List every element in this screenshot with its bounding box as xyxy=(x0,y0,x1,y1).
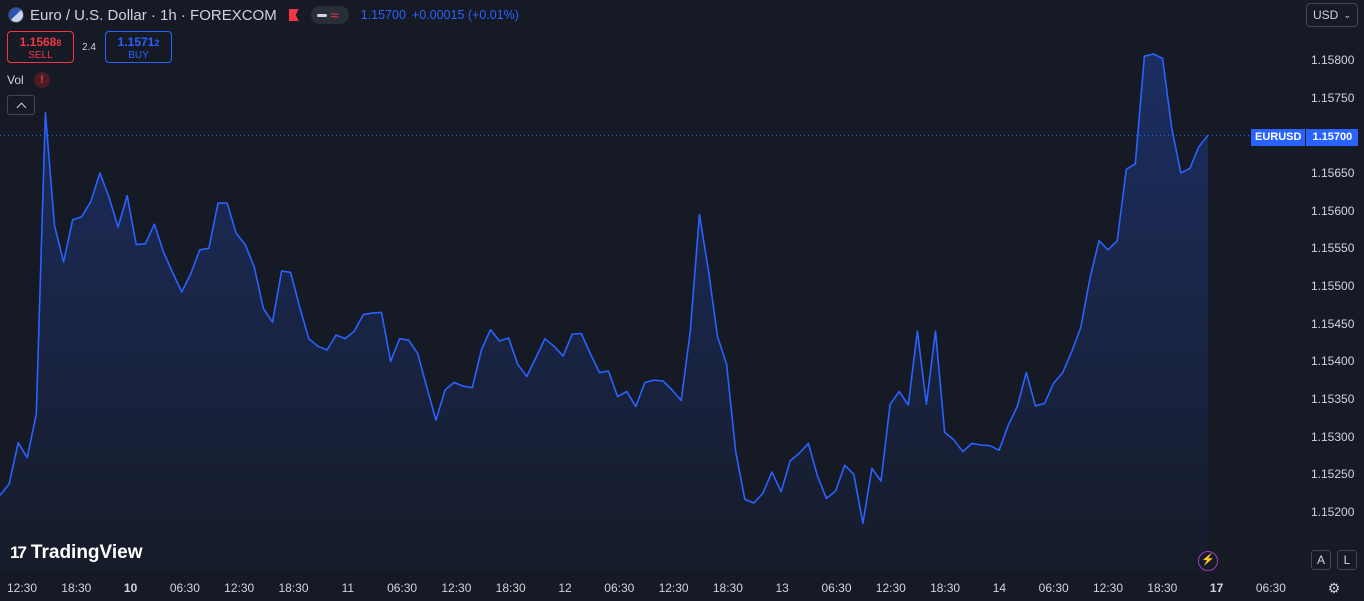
time-scale-label: 18:30 xyxy=(61,581,92,595)
currency-select[interactable]: USD ⌄ xyxy=(1306,3,1358,27)
price-tag-symbol: EURUSD xyxy=(1251,129,1307,146)
tradingview-logo[interactable]: 17 TradingView xyxy=(10,542,143,564)
spread-value: 2.4 xyxy=(82,42,96,53)
time-scale-label: 12:30 xyxy=(224,581,255,595)
collapse-legend-button[interactable] xyxy=(7,95,35,115)
time-scale-label: 10 xyxy=(123,581,138,595)
price-scale-label: 1.15650 xyxy=(1311,166,1355,180)
time-scale-label: 18:30 xyxy=(712,581,743,595)
indicator-toggle[interactable]: ≈ xyxy=(310,6,349,24)
price-chart[interactable] xyxy=(0,0,1364,601)
time-scale-label: 06:30 xyxy=(387,581,418,595)
last-price-value: 1.15700 xyxy=(360,8,406,22)
price-scale-label: 1.15300 xyxy=(1311,429,1355,444)
time-scale-label: 14 xyxy=(992,581,1007,595)
time-scale-label: 12:30 xyxy=(441,581,472,595)
chart-header: Euro / U.S. Dollar · 1h · FOREXCOM ≈ 1.1… xyxy=(0,0,1300,30)
auto-scale-button[interactable]: A xyxy=(1311,550,1331,570)
price-scale-label: 1.15200 xyxy=(1311,505,1355,519)
minus-icon xyxy=(316,13,327,17)
currency-label: USD xyxy=(1313,8,1339,22)
time-scale-label: 12 xyxy=(558,581,572,595)
price-scale-label: 1.15500 xyxy=(1311,279,1355,293)
price-scale-label: 1.15550 xyxy=(1311,241,1355,256)
buy-button[interactable]: 1.15712 BUY xyxy=(105,31,172,63)
time-scale-label: 06:30 xyxy=(169,581,200,595)
warning-icon[interactable]: ! xyxy=(34,72,50,88)
settings-icon[interactable]: ⚙ xyxy=(1326,580,1342,596)
buy-price: 1.15712 xyxy=(106,35,171,49)
time-scale-label: 13 xyxy=(775,581,789,595)
price-scale-label: 1.15450 xyxy=(1311,316,1355,331)
volume-indicator-label[interactable]: Vol xyxy=(7,73,24,87)
price-scale-label: 1.15400 xyxy=(1311,354,1355,369)
tradingview-mark-icon: 17 xyxy=(10,543,27,562)
buy-price-main: 1.1571 xyxy=(117,35,155,49)
logo-text: TradingView xyxy=(30,542,143,563)
time-scale-label: 12:30 xyxy=(6,581,38,595)
price-scale-label: 1.15250 xyxy=(1311,467,1355,482)
time-scale-label: 06:30 xyxy=(604,581,635,595)
currency-flag-icon xyxy=(8,7,24,23)
price-area-fill xyxy=(0,54,1208,572)
time-scale-label: 18:30 xyxy=(1147,581,1178,595)
time-scale-label: 12:30 xyxy=(658,581,689,595)
sell-price-pip: 8 xyxy=(56,38,62,48)
time-scale-label: 18:30 xyxy=(495,581,526,595)
sell-button[interactable]: 1.15688 SELL xyxy=(7,31,74,63)
price-change-value: +0.00015 (+0.01%) xyxy=(411,8,519,22)
symbol-price-tag: EURUSD 1.15700 xyxy=(1251,129,1359,146)
flag-marker-icon[interactable] xyxy=(288,9,299,21)
buy-label: BUY xyxy=(128,50,149,61)
price-scale-label: 1.15350 xyxy=(1311,392,1355,406)
time-scale-label: 17 xyxy=(1209,581,1224,595)
approx-icon: ≈ xyxy=(330,7,339,23)
time-scale-label: 12:30 xyxy=(875,581,906,595)
time-scale-label: 12:30 xyxy=(1092,581,1124,595)
time-scale-label: 06:30 xyxy=(1038,581,1069,595)
log-scale-button[interactable]: L xyxy=(1337,550,1357,570)
chevron-down-icon: ⌄ xyxy=(1343,9,1351,20)
sell-label: SELL xyxy=(28,50,53,61)
buy-price-pip: 2 xyxy=(154,38,160,48)
price-tag-value: 1.15700 xyxy=(1312,131,1353,143)
bolt-icon[interactable]: ⚡ xyxy=(1198,551,1218,571)
sell-price: 1.15688 xyxy=(8,35,73,49)
sell-price-main: 1.1568 xyxy=(19,35,57,49)
time-scale-label: 06:30 xyxy=(1255,581,1286,595)
time-scale-label: 11 xyxy=(341,581,355,595)
symbol-title[interactable]: Euro / U.S. Dollar · 1h · FOREXCOM xyxy=(30,7,277,24)
time-scale-label: 06:30 xyxy=(821,581,852,595)
time-scale-label: 18:30 xyxy=(278,581,309,595)
price-scale-label: 1.15750 xyxy=(1311,90,1355,105)
price-scale-label: 1.15600 xyxy=(1311,203,1355,218)
time-scale-label: 18:30 xyxy=(930,581,961,595)
price-scale-label: 1.15800 xyxy=(1311,53,1355,67)
chevron-up-icon xyxy=(16,102,26,112)
